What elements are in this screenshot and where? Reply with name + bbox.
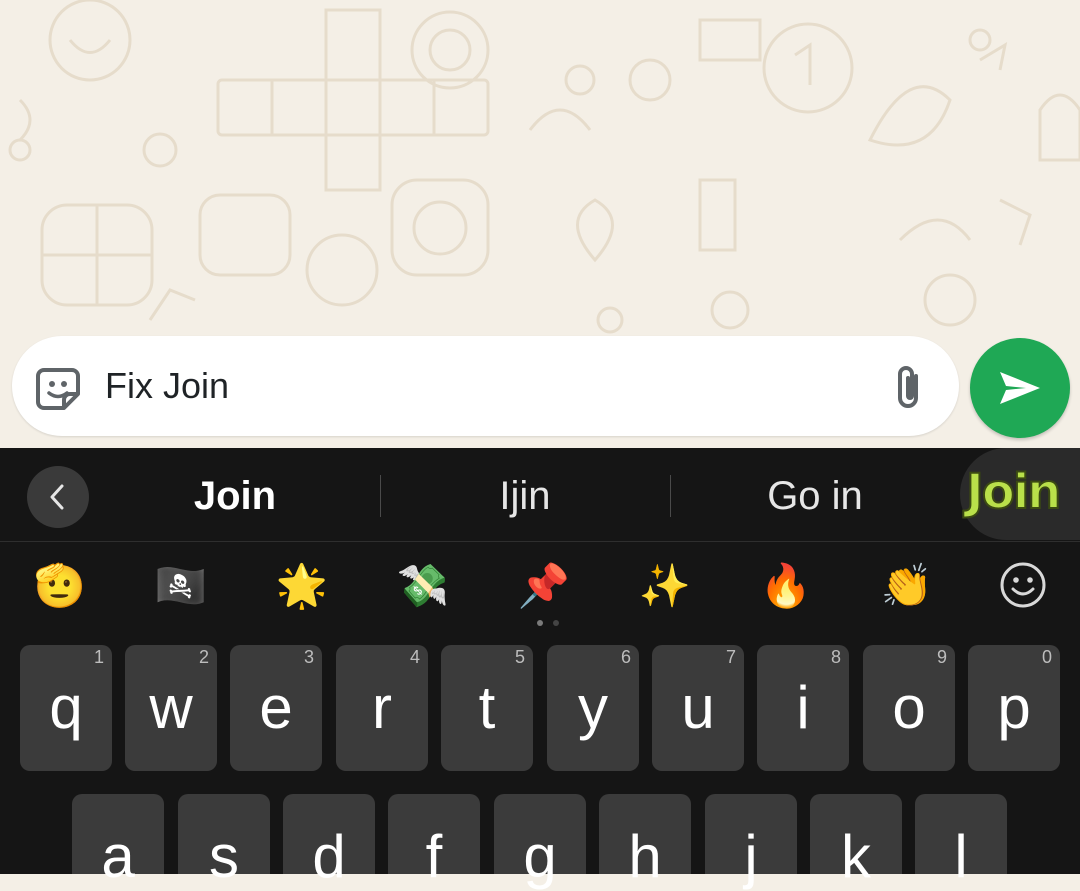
key-hint: 7 — [725, 647, 736, 667]
key-hint: 8 — [830, 647, 841, 667]
key-d[interactable]: d — [283, 794, 375, 890]
sticker-icon[interactable] — [34, 364, 82, 412]
key-hint: 0 — [1041, 647, 1052, 667]
key-e[interactable]: 3e — [230, 645, 322, 771]
key-hint: 2 — [198, 647, 209, 667]
key-k[interactable]: k — [810, 794, 902, 890]
emoji-clapping-hands[interactable]: 👏 — [877, 556, 937, 616]
emoji-pirate-flag[interactable]: 🏴‍☠️ — [151, 556, 211, 616]
key-label: r — [372, 674, 392, 741]
key-a[interactable]: a — [72, 794, 164, 890]
key-hint: 9 — [936, 647, 947, 667]
chevron-left-icon — [50, 484, 64, 510]
suggestion-ijin[interactable]: Ijin — [420, 470, 630, 522]
sticker-suggestion[interactable]: Join — [960, 448, 1080, 540]
key-label: s — [209, 823, 239, 890]
keyboard-back-button[interactable] — [27, 466, 89, 528]
send-button[interactable] — [970, 338, 1070, 438]
emoji-pushpin[interactable]: 📌 — [514, 556, 574, 616]
suggestion-bar-divider — [0, 541, 1080, 542]
key-label: q — [49, 674, 83, 741]
suggestion-divider — [670, 475, 671, 517]
key-p[interactable]: 0p — [968, 645, 1060, 771]
emoji-sparkles[interactable]: ✨ — [635, 556, 695, 616]
key-label: g — [523, 823, 557, 890]
emoji-fire[interactable]: 🔥 — [756, 556, 816, 616]
emoji-money-with-wings[interactable]: 💸 — [393, 556, 453, 616]
suggestion-divider — [380, 475, 381, 517]
key-i[interactable]: 8i — [757, 645, 849, 771]
key-label: y — [578, 674, 608, 741]
key-l[interactable]: l — [915, 794, 1007, 890]
key-label: i — [796, 674, 810, 741]
key-h[interactable]: h — [599, 794, 691, 890]
emoji-page-dot — [553, 620, 559, 626]
key-g[interactable]: g — [494, 794, 586, 890]
key-hint: 5 — [514, 647, 525, 667]
key-hint: 1 — [93, 647, 104, 667]
paperclip-icon[interactable] — [888, 362, 928, 412]
key-t[interactable]: 5t — [441, 645, 533, 771]
key-label: k — [841, 823, 871, 890]
key-hint: 6 — [620, 647, 631, 667]
key-label: d — [312, 823, 346, 890]
key-y[interactable]: 6y — [547, 645, 639, 771]
key-f[interactable]: f — [388, 794, 480, 890]
sticker-suggestion-text: Join — [965, 463, 1062, 521]
key-j[interactable]: j — [705, 794, 797, 890]
key-s[interactable]: s — [178, 794, 270, 890]
key-o[interactable]: 9o — [863, 645, 955, 771]
emoji-glowing-star[interactable]: 🌟 — [272, 556, 332, 616]
key-label: o — [892, 674, 926, 741]
key-label: t — [478, 674, 496, 741]
suggestion-go-in[interactable]: Go in — [710, 470, 920, 522]
key-label: w — [149, 674, 193, 741]
key-hint: 4 — [409, 647, 420, 667]
key-label: p — [997, 674, 1031, 741]
smiley-face-icon[interactable] — [998, 560, 1048, 610]
key-hint: 3 — [303, 647, 314, 667]
key-label: h — [628, 823, 662, 890]
suggestion-bar: Join Ijin Go in Join — [0, 448, 1080, 542]
key-label: l — [954, 823, 968, 890]
emoji-saluting-face[interactable]: 🫡 — [30, 556, 90, 616]
key-r[interactable]: 4r — [336, 645, 428, 771]
send-arrow-icon — [1000, 372, 1040, 404]
emoji-page-dot-active — [537, 620, 543, 626]
emoji-suggestion-row: 🫡 🏴‍☠️ 🌟 💸 📌 ✨ 🔥 👏 — [0, 556, 1080, 616]
key-label: e — [259, 674, 293, 741]
key-w[interactable]: 2w — [125, 645, 217, 771]
suggestion-join[interactable]: Join — [130, 470, 340, 522]
key-label: a — [101, 823, 135, 890]
key-q[interactable]: 1q — [20, 645, 112, 771]
key-label: f — [425, 823, 443, 890]
message-composer[interactable]: Fix Join — [12, 336, 959, 436]
message-input[interactable]: Fix Join — [105, 362, 229, 410]
key-label: j — [744, 823, 758, 890]
keyboard: Join Ijin Go in Join 🫡 🏴‍☠️ 🌟 💸 📌 ✨ 🔥 👏 … — [0, 448, 1080, 890]
key-label: u — [681, 674, 715, 741]
key-u[interactable]: 7u — [652, 645, 744, 771]
